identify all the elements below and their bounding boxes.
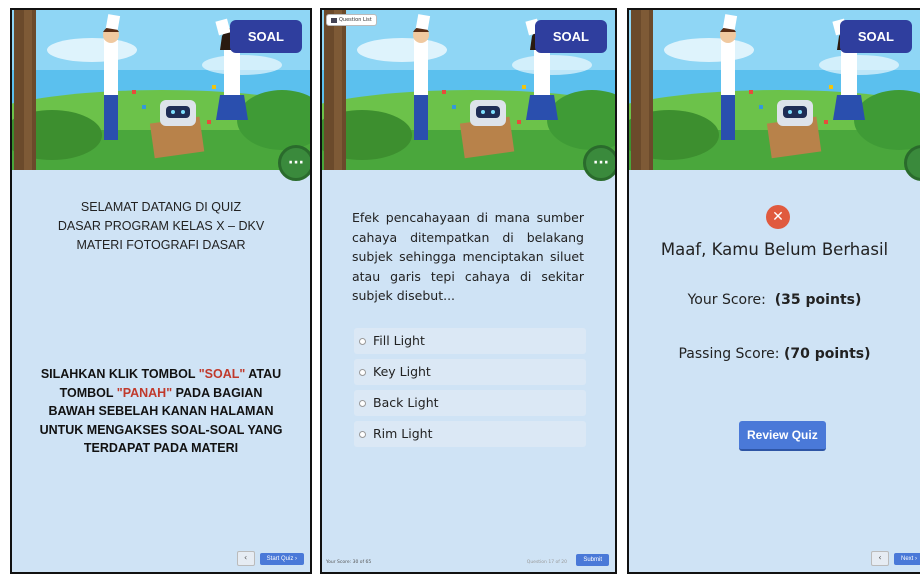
next-button[interactable]: Next › [893, 552, 920, 565]
your-score: Your Score: (35 points) [629, 292, 920, 308]
passing-score: Passing Score: (70 points) [629, 346, 920, 362]
welcome-panel: SOAL ··· SELAMAT DATANG DI QUIZ DASAR PR… [10, 8, 312, 574]
answer-option[interactable]: Rim Light [354, 421, 586, 447]
welcome-text: SELAMAT DATANG DI QUIZ DASAR PROGRAM KEL… [12, 198, 310, 255]
radio-icon[interactable] [359, 369, 366, 376]
nav-controls: ‹ Next › [870, 551, 920, 566]
start-quiz-button[interactable]: Start Quiz › [259, 552, 304, 565]
more-options-button[interactable]: ··· [583, 145, 615, 181]
instr-text: ATAU [245, 367, 282, 381]
welcome-line: MATERI FOTOGRAFI DASAR [76, 238, 246, 252]
radio-icon[interactable] [359, 431, 366, 438]
welcome-line: DASAR PROGRAM KELAS X – DKV [57, 219, 265, 233]
instr-highlight-soal: "SOAL" [198, 367, 246, 381]
passing-score-label: Passing Score: [678, 346, 780, 362]
soal-button[interactable]: SOAL [839, 20, 912, 53]
review-quiz-button[interactable]: Review Quiz [739, 421, 826, 451]
answer-option[interactable]: Back Light [354, 390, 586, 416]
question-list-label: Question List [339, 17, 372, 23]
instr-text: SILAHKAN KLIK TOMBOL [40, 367, 199, 381]
instr-line: UNTUK MENGAKSES SOAL-SOAL YANG [39, 422, 283, 437]
submit-button[interactable]: Submit [576, 554, 609, 566]
soal-button[interactable]: SOAL [534, 20, 607, 53]
answer-option[interactable]: Key Light [354, 359, 586, 385]
answer-option[interactable]: Fill Light [354, 328, 586, 354]
question-panel: Question List SOAL ··· Efek pencahayaan … [320, 8, 617, 574]
welcome-line: SELAMAT DATANG DI QUIZ [80, 200, 242, 214]
instr-text: TOMBOL [59, 385, 117, 400]
soal-button[interactable]: SOAL [229, 20, 302, 53]
nav-controls: ‹ Start Quiz › [236, 551, 304, 566]
instr-text: PADA BAGIAN [172, 385, 263, 400]
option-label: Back Light [373, 395, 439, 410]
list-icon [331, 17, 337, 23]
instr-line: BAWAH SEBELAH KANAN HALAMAN [48, 404, 274, 418]
question-counter: Question 17 of 20 [526, 560, 567, 565]
nav-controls: Submit [576, 554, 609, 566]
option-label: Key Light [373, 364, 431, 379]
passing-score-value: (70 points) [783, 346, 871, 362]
radio-icon[interactable] [359, 338, 366, 345]
score-status: Your Score: 30 of 65 [326, 560, 372, 565]
your-score-value: (35 points) [774, 292, 862, 308]
result-panel: SOAL · ✕ Maaf, Kamu Belum Berhasil Your … [627, 8, 920, 574]
more-options-button[interactable]: ··· [278, 145, 310, 181]
prev-button[interactable]: ‹ [236, 551, 255, 566]
question-list-button[interactable]: Question List [326, 14, 377, 26]
question-text: Efek pencahayaan di mana sumber cahaya d… [352, 210, 584, 303]
instr-highlight-panah: "PANAH" [116, 385, 173, 400]
result-message: Maaf, Kamu Belum Berhasil [660, 240, 889, 259]
instr-line: TERDAPAT PADA MATERI [83, 441, 239, 455]
prev-button[interactable]: ‹ [870, 551, 889, 566]
fail-x-icon: ✕ [766, 205, 790, 229]
your-score-label: Your Score: [687, 292, 766, 308]
option-label: Fill Light [373, 333, 425, 348]
option-label: Rim Light [373, 426, 433, 441]
radio-icon[interactable] [359, 400, 366, 407]
instruction-text: SILAHKAN KLIK TOMBOL "SOAL" ATAU TOMBOL … [12, 365, 310, 458]
